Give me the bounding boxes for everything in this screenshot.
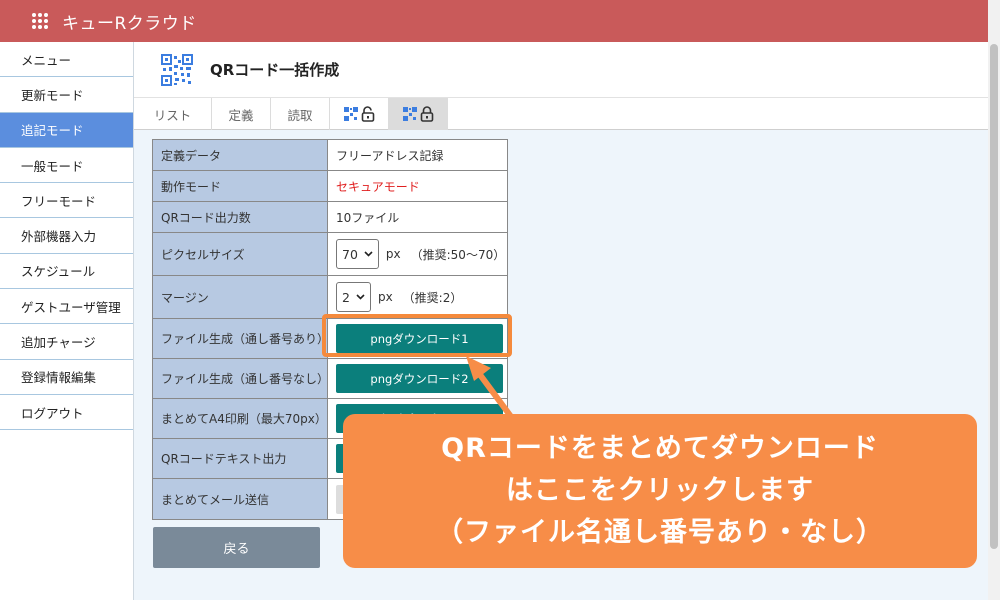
pixel-size-cell: 70 px （推奨:50〜70）	[328, 233, 507, 275]
sidebar-item-free-mode[interactable]: フリーモード	[0, 183, 133, 219]
sidebar-item-label: 外部機器入力	[21, 229, 97, 245]
row-label: ファイル生成（通し番号あり）	[153, 319, 329, 358]
row-label: まとめてメール送信	[153, 479, 328, 519]
table-row: 定義データ フリーアドレス記録	[153, 140, 507, 171]
tab-label: リスト	[153, 107, 192, 123]
tab-label: 読取	[287, 107, 313, 123]
scrollbar-thumb[interactable]	[990, 44, 998, 549]
operation-mode-value: セキュアモード	[328, 171, 507, 201]
table-row: ファイル生成（通し番号なし） pngダウンロード2	[153, 359, 507, 399]
table-row: 動作モード セキュアモード	[153, 171, 507, 202]
tab-label: 定義	[228, 107, 254, 123]
pixel-hint: （推奨:50〜70）	[410, 247, 506, 262]
row-label: マージン	[153, 276, 328, 318]
row-label: 動作モード	[153, 171, 328, 201]
sidebar-item-menu[interactable]: メニュー	[0, 42, 133, 78]
sidebar-item-label: ログアウト	[21, 405, 84, 421]
table-row: ピクセルサイズ 70 px （推奨:50〜70）	[153, 233, 507, 276]
row-label: まとめてA4印刷（最大70px）	[153, 399, 328, 438]
sidebar-item-label: 更新モード	[21, 87, 84, 103]
back-button[interactable]: 戻る	[153, 527, 320, 568]
sidebar-item-label: 追記モード	[21, 123, 84, 139]
row-label: QRコード出力数	[153, 202, 328, 232]
qr-code-icon	[161, 53, 193, 86]
margin-select[interactable]: 2	[336, 282, 371, 312]
unlock-icon	[361, 106, 375, 122]
vertical-scrollbar[interactable]	[988, 0, 1000, 600]
png-download-unnumbered-button[interactable]: pngダウンロード2	[336, 364, 503, 393]
sidebar-item-edit-registration[interactable]: 登録情報編集	[0, 359, 133, 395]
sidebar-item-label: 一般モード	[21, 158, 84, 174]
tab-qr-unlocked[interactable]	[330, 98, 389, 130]
margin-cell: 2 px （推奨:2）	[328, 276, 507, 318]
sidebar-item-label: ゲストユーザ管理	[21, 299, 121, 315]
page-title: QRコード一括作成	[210, 61, 340, 79]
table-row: マージン 2 px （推奨:2）	[153, 276, 507, 319]
chevron-down-icon	[364, 251, 373, 257]
pixel-size-select[interactable]: 70	[336, 239, 379, 269]
qr-mini-icon	[344, 107, 358, 121]
tab-list[interactable]: リスト	[134, 98, 212, 130]
row-label: ファイル生成（通し番号なし）	[153, 359, 329, 398]
pixel-unit: px	[385, 247, 401, 261]
sidebar-item-label: スケジュール	[21, 264, 96, 280]
sidebar-item-label: フリーモード	[21, 193, 97, 209]
app-header: キューRクラウド	[0, 0, 988, 42]
sidebar-item-label: 追加チャージ	[21, 335, 96, 351]
tab-read[interactable]: 読取	[271, 98, 330, 130]
sidebar: メニュー 更新モード 追記モード 一般モード フリーモード 外部機器入力 スケジ…	[0, 42, 134, 600]
page-header: QRコード一括作成	[134, 42, 988, 97]
callout-line: QRコードをまとめてダウンロード	[441, 433, 879, 464]
sidebar-item-external-input[interactable]: 外部機器入力	[0, 218, 133, 254]
qr-mini-icon	[403, 107, 417, 121]
callout-line: （ファイル名通し番号あり・なし）	[436, 517, 884, 548]
callout-line: はここをクリックします	[506, 475, 814, 506]
tab-definition[interactable]: 定義	[212, 98, 271, 130]
definition-data-value: フリーアドレス記録	[328, 140, 507, 170]
sidebar-item-update-mode[interactable]: 更新モード	[0, 77, 133, 113]
app-title: キューRクラウド	[62, 13, 197, 34]
margin-hint: （推奨:2）	[402, 290, 463, 305]
margin-unit: px	[377, 290, 393, 304]
qr-output-count-value: 10ファイル	[328, 202, 507, 232]
sidebar-item-label: 登録情報編集	[21, 370, 97, 386]
sidebar-item-guest-users[interactable]: ゲストユーザ管理	[0, 289, 133, 325]
sidebar-item-append-mode[interactable]: 追記モード	[0, 112, 133, 148]
sidebar-item-logout[interactable]: ログアウト	[0, 394, 133, 431]
chevron-down-icon	[356, 294, 365, 300]
tab-bar: リスト 定義 読取	[134, 97, 988, 130]
sidebar-item-add-charge[interactable]: 追加チャージ	[0, 324, 133, 360]
row-label: QRコードテキスト出力	[153, 439, 328, 478]
table-row: QRコード出力数 10ファイル	[153, 202, 507, 233]
sidebar-item-label: メニュー	[21, 52, 72, 68]
row-label: ピクセルサイズ	[153, 233, 328, 275]
sidebar-item-general-mode[interactable]: 一般モード	[0, 147, 133, 184]
select-value: 70	[342, 246, 358, 262]
grid-menu-icon[interactable]	[32, 13, 48, 29]
sidebar-item-schedule[interactable]: スケジュール	[0, 253, 133, 290]
row-label: 定義データ	[153, 140, 328, 170]
tab-qr-locked[interactable]	[389, 98, 448, 130]
lock-icon	[420, 106, 434, 122]
highlight-frame	[322, 314, 512, 357]
callout-box: QRコードをまとめてダウンロード はここをクリックします （ファイル名通し番号あ…	[343, 414, 977, 568]
select-value: 2	[342, 289, 350, 305]
